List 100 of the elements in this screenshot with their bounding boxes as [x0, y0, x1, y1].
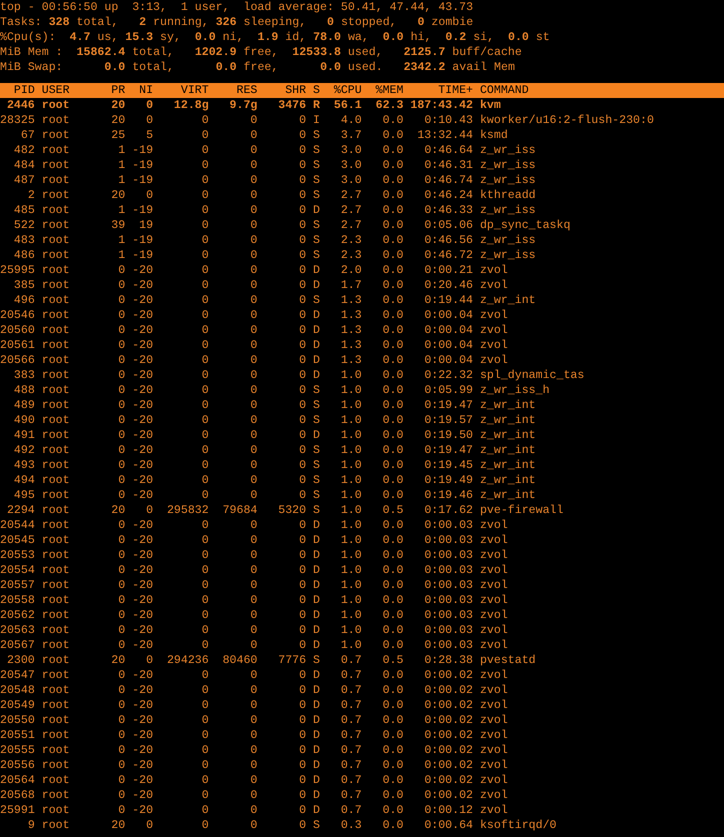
- column-header: S: [312, 83, 320, 98]
- table-cell: 0:19.57: [424, 413, 474, 428]
- table-cell: 20: [111, 818, 126, 833]
- table-cell: 0: [299, 413, 306, 428]
- table-cell: 0.0: [382, 488, 404, 503]
- table-cell: 2294: [6, 503, 35, 518]
- table-cell: 0: [118, 563, 126, 578]
- table-cell: 0: [118, 593, 126, 608]
- table-cell-text: root: [40, 443, 70, 458]
- table-cell: 3.0: [340, 173, 362, 188]
- table-cell: 0: [202, 728, 209, 743]
- table-cell: -20: [132, 668, 154, 683]
- table-cell: 1.0: [340, 458, 362, 473]
- table-cell: 1.0: [340, 413, 362, 428]
- table-cell: -20: [132, 623, 154, 638]
- table-cell: 1.3: [340, 308, 362, 323]
- table-cell: 0: [118, 788, 126, 803]
- table-cell: 0: [202, 173, 209, 188]
- table-cell: 0: [299, 173, 306, 188]
- table-cell: 0: [118, 338, 126, 353]
- table-cell: 0: [118, 728, 126, 743]
- table-cell-text: z_wr_iss_h: [478, 383, 550, 398]
- table-cell: 1.0: [340, 533, 362, 548]
- table-cell: 20566: [0, 353, 35, 368]
- table-cell-text: z_wr_int: [478, 458, 536, 473]
- table-cell-text: D: [312, 668, 320, 683]
- table-cell: 25: [111, 128, 126, 143]
- table-cell-text: z_wr_int: [478, 488, 536, 503]
- table-cell-text: root: [40, 743, 70, 758]
- table-cell: 1.0: [340, 593, 362, 608]
- table-cell: 496: [14, 293, 35, 308]
- table-cell: 0: [299, 788, 306, 803]
- table-cell-text: z_wr_int: [478, 428, 536, 443]
- table-cell-text: D: [312, 593, 320, 608]
- table-cell: 2: [28, 188, 35, 203]
- table-cell-text: root: [40, 503, 70, 518]
- table-cell: 0: [118, 758, 126, 773]
- table-cell-text: root: [40, 578, 70, 593]
- table-cell: -20: [132, 773, 154, 788]
- table-cell: 0: [299, 593, 306, 608]
- table-cell: 0: [299, 743, 306, 758]
- table-cell: 20545: [0, 533, 35, 548]
- table-cell-text: root: [40, 668, 70, 683]
- table-cell: 0: [250, 113, 258, 128]
- table-cell: 2446: [6, 98, 35, 113]
- table-cell: 487: [14, 173, 35, 188]
- table-cell-text: root: [40, 158, 70, 173]
- table-cell-text: D: [312, 533, 320, 548]
- table-cell: 0.0: [382, 533, 404, 548]
- table-cell: 0.0: [382, 713, 404, 728]
- table-cell-text: root: [40, 653, 70, 668]
- table-cell: 20551: [0, 728, 35, 743]
- table-cell: 20562: [0, 608, 35, 623]
- table-cell: 0:19.44: [424, 293, 474, 308]
- table-cell-text: zvol: [478, 518, 508, 533]
- table-cell: 492: [14, 443, 35, 458]
- table-cell-text: root: [40, 818, 70, 833]
- table-cell: 0: [250, 188, 258, 203]
- table-cell: 0: [202, 548, 209, 563]
- table-cell: 3.0: [340, 143, 362, 158]
- table-cell: 39: [111, 218, 126, 233]
- table-cell: 0.0: [382, 263, 404, 278]
- table-cell: 0:00.02: [424, 683, 474, 698]
- table-cell: 0: [118, 743, 126, 758]
- table-cell-text: S: [312, 443, 320, 458]
- table-cell: 0: [250, 248, 258, 263]
- table-cell-text: S: [312, 143, 320, 158]
- table-cell: 0: [118, 458, 126, 473]
- table-cell: 0: [299, 338, 306, 353]
- table-cell-text: D: [312, 548, 320, 563]
- table-cell-text: D: [312, 518, 320, 533]
- table-cell: 0: [250, 173, 258, 188]
- table-cell: 0: [118, 413, 126, 428]
- table-cell: 0: [202, 578, 209, 593]
- table-cell: 0: [118, 323, 126, 338]
- table-cell-text: root: [40, 728, 70, 743]
- table-cell: 0:00.03: [424, 578, 474, 593]
- table-cell-text: root: [40, 758, 70, 773]
- table-cell: 20546: [0, 308, 35, 323]
- table-cell: 0: [250, 158, 258, 173]
- table-cell: 0: [202, 263, 209, 278]
- column-header: USER: [40, 83, 70, 98]
- table-cell: 0: [250, 743, 258, 758]
- table-cell: 20: [111, 113, 126, 128]
- table-cell: 0.0: [382, 548, 404, 563]
- summary-line: %Cpu(s): 4.7 us, 15.3 sy, 0.0 ni, 1.9 id, 78.0 wa, 0.0 hi, 0.2 si, 0.0 st: [0, 30, 551, 45]
- table-cell: 0:05.06: [424, 218, 474, 233]
- table-cell: 0.0: [382, 563, 404, 578]
- table-cell: 0:00.02: [424, 743, 474, 758]
- table-cell-text: root: [40, 368, 70, 383]
- table-cell: 1.0: [340, 488, 362, 503]
- table-cell: 1.3: [340, 353, 362, 368]
- table-cell: 0: [118, 683, 126, 698]
- table-cell-text: zvol: [478, 623, 508, 638]
- table-cell-text: z_wr_iss: [478, 248, 536, 263]
- table-cell: 0: [299, 728, 306, 743]
- table-cell: -20: [132, 488, 154, 503]
- table-cell: 0: [146, 818, 154, 833]
- table-cell: 0:00.03: [424, 533, 474, 548]
- table-cell: -20: [132, 428, 154, 443]
